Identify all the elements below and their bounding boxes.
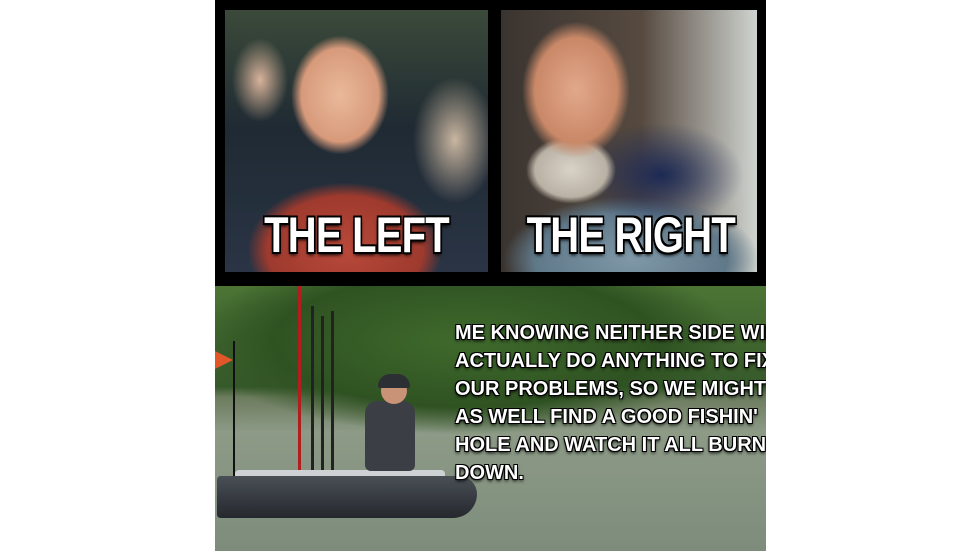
caption-line: AS WELL FIND A GOOD FISHIN'	[455, 406, 758, 428]
angler	[365, 401, 415, 471]
angler-cap	[378, 374, 410, 388]
caption-line: DOWN.	[455, 462, 524, 484]
flag-icon	[215, 351, 233, 369]
caption-line: ACTUALLY DO ANYTHING TO FIX	[455, 350, 766, 372]
caption-line: OUR PROBLEMS, SO WE MIGHT	[455, 378, 766, 400]
bottom-caption: ME KNOWING NEITHER SIDE WILL ACTUALLY DO…	[455, 319, 766, 487]
fishing-rod	[298, 286, 301, 486]
fishing-rod	[321, 316, 324, 481]
left-caption: THE LEFT	[264, 207, 450, 263]
caption-line: HOLE AND WATCH IT ALL BURN	[455, 434, 766, 456]
fishing-rod	[311, 306, 314, 481]
flag-pole	[233, 341, 235, 481]
fishing-rod	[331, 311, 334, 481]
meme-image: THE LEFT THE RIGHT ME KNOWING NEITHER SI…	[215, 0, 766, 551]
right-panel-photo: THE RIGHT	[501, 10, 757, 272]
kayak	[217, 476, 477, 518]
bottom-panel-photo: ME KNOWING NEITHER SIDE WILL ACTUALLY DO…	[215, 286, 766, 551]
caption-line: ME KNOWING NEITHER SIDE WILL	[455, 322, 766, 344]
right-caption: THE RIGHT	[526, 207, 736, 263]
left-panel-photo: THE LEFT	[225, 10, 488, 272]
